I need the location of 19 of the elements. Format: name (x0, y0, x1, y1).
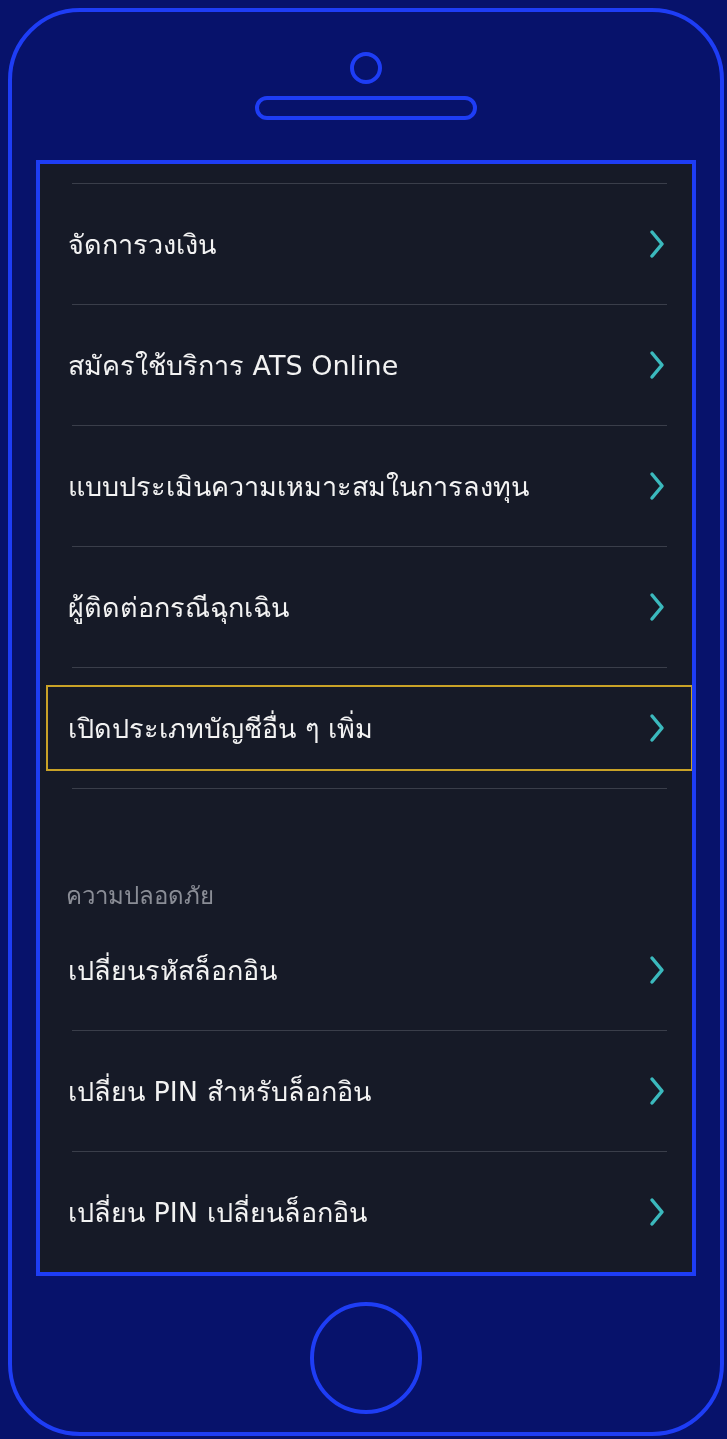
chevron-right-icon (649, 1076, 665, 1106)
home-button[interactable] (310, 1302, 422, 1414)
chevron-right-icon (649, 471, 665, 501)
menu-item[interactable]: ผู้ติดต่อกรณีฉุกเฉิน (46, 564, 692, 650)
menu-item[interactable]: จัดการวงเงิน (46, 201, 692, 287)
menu-item[interactable]: เปลี่ยน PIN สำหรับล็อกอิน (46, 1048, 692, 1134)
menu-item[interactable]: สมัครใช้บริการ ATS Online (46, 322, 692, 408)
chevron-right-icon (649, 713, 665, 743)
chevron-right-icon (649, 1197, 665, 1227)
camera-lens (350, 52, 382, 84)
menu-item[interactable]: เปลี่ยน PIN เปลี่ยนล็อกอิน (46, 1169, 692, 1255)
menu-item[interactable]: เปิดประเภทบัญชีอื่น ๆ เพิ่ม (46, 685, 692, 771)
chevron-right-icon (649, 955, 665, 985)
menu-item[interactable]: เปลี่ยนรหัสล็อกอิน (46, 927, 692, 1013)
section-header: ความปลอดภัย (66, 880, 215, 910)
menu-item[interactable]: แบบประเมินความเหมาะสมในการลงทุน (46, 443, 692, 529)
chevron-right-icon (649, 350, 665, 380)
chevron-right-icon (649, 229, 665, 259)
chevron-right-icon (649, 592, 665, 622)
